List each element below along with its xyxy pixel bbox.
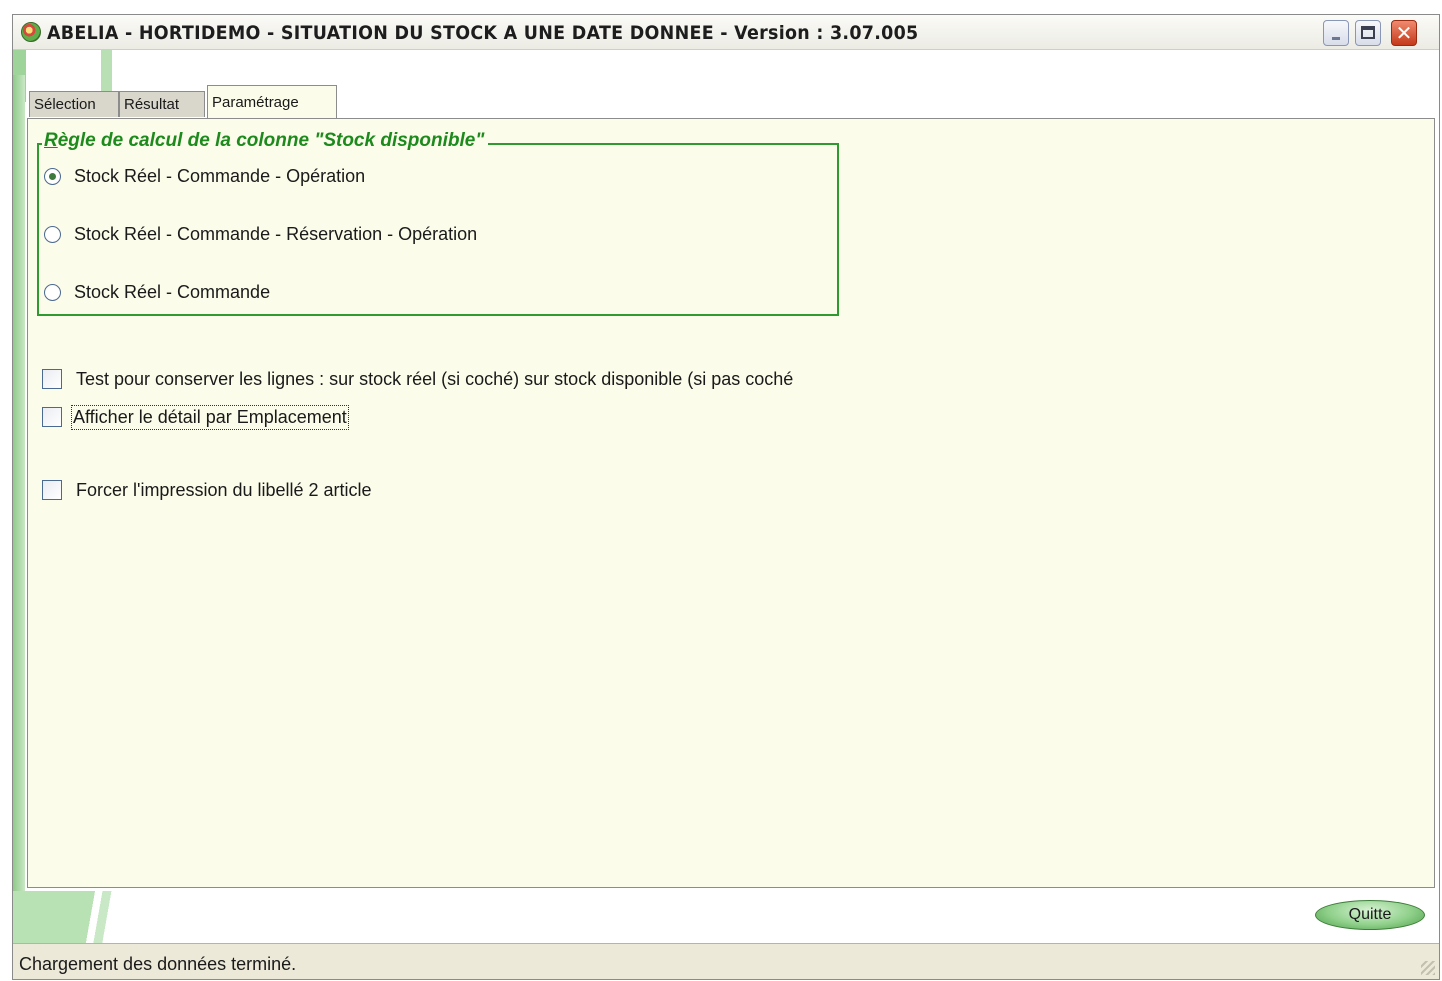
close-button[interactable]: ✕ (1391, 20, 1417, 46)
maximize-button[interactable] (1355, 20, 1381, 46)
minimize-button[interactable] (1323, 20, 1349, 46)
checkbox-label: Test pour conserver les lignes : sur sto… (76, 368, 794, 389)
radio-button-checked[interactable] (44, 167, 61, 185)
status-text: Chargement des données terminé. (19, 954, 297, 974)
checkbox[interactable] (42, 407, 62, 427)
decorative-leaf-left (13, 75, 25, 895)
radio-option-label: Stock Réel - Commande (74, 281, 271, 302)
group-title-text: ègle de calcul de la colonne "Stock disp… (57, 130, 485, 151)
radio-option-label: Stock Réel - Commande - Opération (74, 165, 366, 186)
calc-rule-group-title: Règle de calcul de la colonne "Stock dis… (42, 130, 489, 152)
checkbox-forcer-impression[interactable]: Forcer l'impression du libellé 2 article (42, 478, 372, 502)
checkbox-label: Forcer l'impression du libellé 2 article (76, 479, 372, 500)
radio-option-label: Stock Réel - Commande - Réservation - Op… (74, 223, 478, 244)
decorative-leaf-bottom (13, 891, 153, 943)
tab-resultat[interactable]: Résultat (119, 91, 205, 117)
minimize-icon (1332, 37, 1340, 40)
title-bar[interactable]: ABELIA - HORTIDEMO - SITUATION DU STOCK … (13, 15, 1439, 50)
checkbox-label: Afficher le détail par Emplacement (71, 404, 349, 430)
window-title: ABELIA - HORTIDEMO - SITUATION DU STOCK … (47, 22, 919, 44)
resize-grip-icon[interactable] (1421, 961, 1435, 975)
app-window: ABELIA - HORTIDEMO - SITUATION DU STOCK … (12, 14, 1440, 980)
tab-selection[interactable]: Sélection (29, 91, 119, 117)
close-icon: ✕ (1395, 21, 1413, 45)
maximize-icon (1361, 26, 1375, 39)
radio-option-1[interactable]: Stock Réel - Commande - Opération (44, 164, 365, 188)
app-logo-icon (21, 22, 41, 42)
checkbox-test-conserver[interactable]: Test pour conserver les lignes : sur sto… (42, 367, 793, 391)
settings-panel: Règle de calcul de la colonne "Stock dis… (27, 118, 1435, 888)
checkbox[interactable] (42, 369, 62, 389)
radio-option-2[interactable]: Stock Réel - Commande - Réservation - Op… (44, 222, 477, 246)
radio-button[interactable] (44, 225, 61, 243)
tab-parametrage[interactable]: Paramétrage (207, 85, 337, 118)
radio-button[interactable] (44, 283, 61, 301)
checkbox-afficher-detail[interactable]: Afficher le détail par Emplacement (42, 404, 349, 430)
radio-option-3[interactable]: Stock Réel - Commande (44, 280, 270, 304)
status-bar: Chargement des données terminé. (13, 943, 1439, 979)
quit-button[interactable]: Quitte (1315, 900, 1425, 930)
checkbox[interactable] (42, 480, 62, 500)
group-title-accesskey: R (44, 130, 58, 151)
